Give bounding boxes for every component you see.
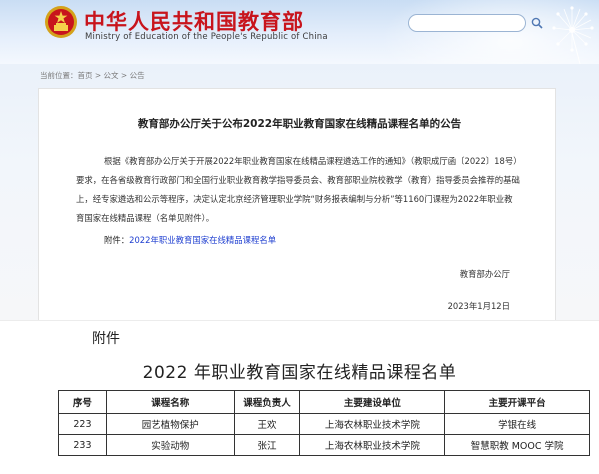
notice-body: 根据《教育部办公厅关于开展2022年职业教育国家在线精品课程遴选工作的通知》（教… [76, 156, 520, 223]
cell-course: 园艺植物保护 [105, 413, 235, 435]
column-header-course: 课程名称 [105, 390, 235, 414]
attachment-label: 附件 [92, 331, 120, 347]
table-row: 233 实验动物 张江 上海农林职业技术学院 智慧职教 MOOC 学院 [58, 434, 590, 456]
search-input[interactable] [408, 14, 526, 32]
site-header: 中华人民共和国教育部 Ministry of Education of the … [0, 0, 599, 64]
notice-date: 2023年1月12日 [447, 301, 510, 311]
site-subtitle: Ministry of Education of the People's Re… [85, 32, 328, 42]
column-header-institution: 主要建设单位 [299, 390, 446, 414]
attachment-link[interactable]: 2022年职业教育国家在线精品课程名单 [129, 235, 276, 245]
notice-title: 教育部办公厅关于公布2022年职业教育国家在线精品课程名单的公告 [137, 118, 462, 130]
dandelion-decoration [552, 6, 594, 64]
table-header-row: 序号 课程名称 课程负责人 主要建设单位 主要开课平台 [58, 390, 590, 414]
course-list-title: 2022 年职业教育国家在线精品课程名单 [142, 363, 457, 383]
attachment-prefix: 附件： [104, 235, 130, 245]
column-header-lead: 课程负责人 [233, 390, 301, 414]
column-header-index: 序号 [58, 390, 107, 414]
national-emblem-icon[interactable] [44, 5, 78, 39]
cell-institution: 上海农林职业技术学院 [299, 434, 446, 456]
cell-index: 233 [58, 434, 107, 456]
attachment-row: 附件：2022年职业教育国家在线精品课程名单 [104, 234, 276, 246]
cell-platform: 学银在线 [444, 413, 590, 435]
column-header-platform: 主要开课平台 [444, 390, 590, 414]
section-divider [0, 320, 599, 321]
cell-institution: 上海农林职业技术学院 [299, 413, 446, 435]
breadcrumb[interactable]: 当前位置：首页 > 公文 > 公告 [40, 70, 145, 81]
cell-lead: 张江 [233, 434, 301, 456]
notice-signer: 教育部办公厅 [459, 269, 510, 279]
course-table: 序号 课程名称 课程负责人 主要建设单位 主要开课平台 223 园艺植物保护 王… [58, 390, 590, 456]
cell-course: 实验动物 [105, 434, 235, 456]
table-row: 223 园艺植物保护 王欢 上海农林职业技术学院 学银在线 [58, 413, 590, 435]
cell-platform: 智慧职教 MOOC 学院 [444, 434, 590, 456]
cell-index: 223 [58, 413, 107, 435]
cell-lead: 王欢 [233, 413, 301, 435]
